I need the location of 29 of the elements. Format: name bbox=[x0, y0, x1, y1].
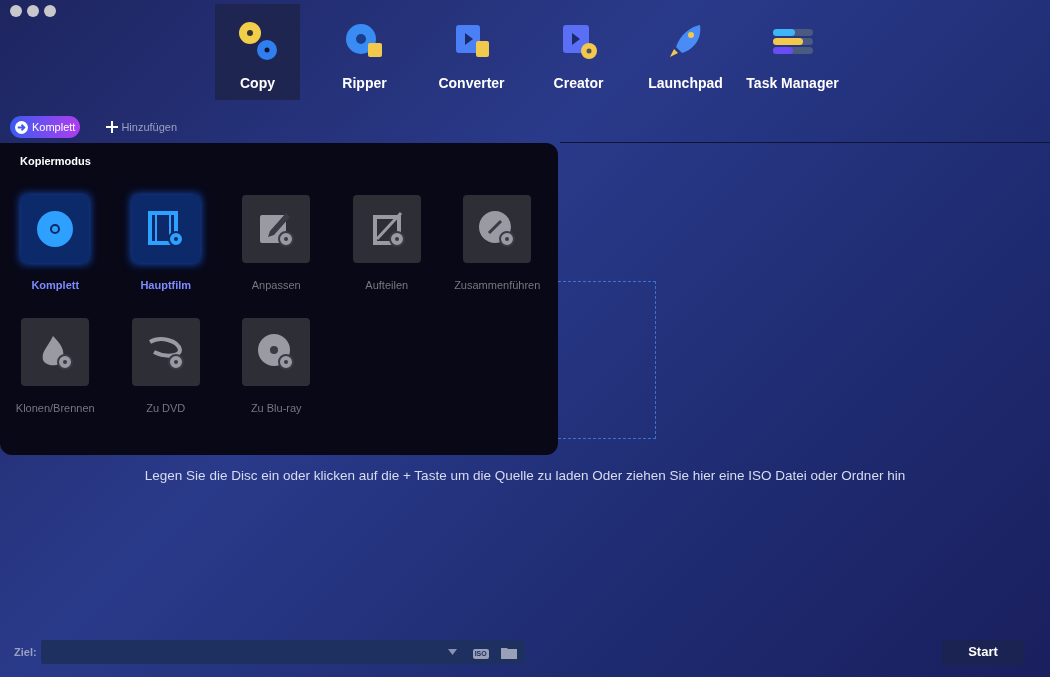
dropdown-caret-icon bbox=[447, 649, 457, 655]
mode-option[interactable]: Aufteilen bbox=[331, 194, 442, 293]
disc-bluray-icon bbox=[256, 332, 297, 372]
add-button[interactable]: Hinzufügen bbox=[106, 118, 178, 136]
mode-option[interactable]: Anpassen bbox=[221, 194, 332, 293]
mode-button[interactable]: Komplett bbox=[10, 116, 81, 138]
nav-tab[interactable]: Launchpad bbox=[643, 4, 728, 100]
disc-icon bbox=[35, 208, 76, 249]
nav-tab[interactable]: Creator bbox=[536, 4, 621, 100]
window-control-button[interactable] bbox=[27, 5, 39, 17]
nav-tab[interactable]: Converter bbox=[429, 4, 514, 100]
mode-option[interactable]: Komplett bbox=[0, 194, 111, 293]
window-control-button[interactable] bbox=[44, 5, 56, 17]
mode-option[interactable]: Zusammenführen bbox=[442, 194, 553, 293]
nav-tab[interactable]: Ripper bbox=[322, 4, 407, 100]
panel-title: Kopiermodus bbox=[20, 154, 91, 169]
target-field[interactable] bbox=[40, 640, 465, 664]
start-button[interactable]: Start bbox=[942, 639, 1024, 665]
mode-option[interactable]: Hauptfilm bbox=[110, 194, 221, 293]
arrow-right-icon bbox=[15, 120, 28, 134]
mode-option[interactable]: Zu Blu-ray bbox=[221, 318, 332, 417]
mode-option[interactable]: Klonen/Brennen bbox=[0, 318, 111, 417]
window-control-button[interactable] bbox=[10, 5, 22, 17]
target-label: Ziel: bbox=[14, 644, 37, 660]
plus-icon bbox=[106, 121, 119, 133]
drop-hint: Legen Sie die Disc ein oder klicken auf die + Taste um die Quelle zu laden Oder ziehen Sie hier eine ISO Datei oder Ordner hin bbox=[144, 467, 906, 485]
mode-option[interactable]: Zu DVD bbox=[110, 318, 221, 417]
nav-tab[interactable]: Copy bbox=[215, 4, 300, 100]
folder-icon[interactable] bbox=[500, 645, 517, 659]
